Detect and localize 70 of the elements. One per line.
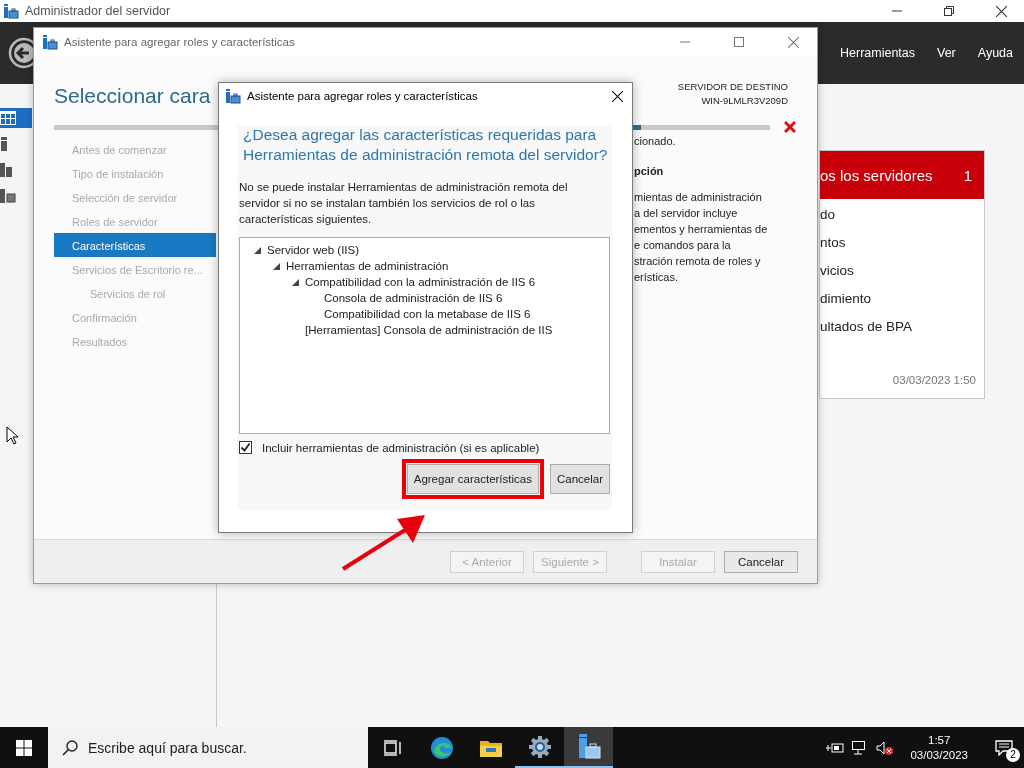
page-heading: Seleccionar cara bbox=[54, 83, 211, 109]
dialog-button[interactable]: Agregar características bbox=[406, 464, 539, 494]
tree-item[interactable]: Servidor web (IIS) bbox=[267, 244, 360, 256]
notification-button[interactable]: 2 bbox=[984, 727, 1024, 768]
dialog-title: Asistente para agregar roles y características bbox=[247, 90, 479, 102]
tile-link[interactable]: ultados de BPA bbox=[820, 313, 984, 341]
menu-item[interactable]: Ver bbox=[926, 46, 967, 60]
description-text: mientas de administración a del servidor incluye ementos y herramientas de e comandos para la stración remota de roles y erísticas. bbox=[634, 190, 768, 285]
tile-header[interactable]: os los servidores 1 bbox=[820, 151, 984, 199]
server-manager-icon bbox=[225, 88, 241, 104]
content-text: cionado. bbox=[634, 134, 677, 149]
windows-logo-icon bbox=[16, 739, 32, 756]
window-title: Asistente para agregar roles y características bbox=[64, 36, 296, 48]
expanded-triangle-icon[interactable] bbox=[254, 246, 261, 254]
search-field[interactable]: Escribe aquí para buscar. bbox=[88, 739, 348, 756]
close-icon bbox=[611, 90, 623, 102]
servers-icon bbox=[0, 163, 14, 177]
tile-link[interactable]: ntos bbox=[820, 229, 984, 257]
close-icon bbox=[995, 5, 1007, 17]
timestamp: 03/03/2023 1:50 bbox=[892, 374, 977, 386]
expanded-triangle-icon[interactable] bbox=[273, 262, 280, 270]
taskbar-button[interactable] bbox=[564, 727, 613, 768]
wizard-button[interactable]: Cancelar bbox=[724, 550, 798, 573]
restore-icon bbox=[944, 6, 954, 16]
menu-item[interactable]: Ayuda bbox=[966, 46, 1024, 60]
tile-link[interactable]: do bbox=[820, 201, 984, 229]
server-icon bbox=[0, 137, 8, 151]
notification-count: 2 bbox=[1006, 748, 1020, 762]
mouse-cursor-icon bbox=[6, 426, 19, 445]
date-text: 03/03/2023 bbox=[910, 747, 968, 763]
dialog-message: No se puede instalar Herramientas de administración remota del servidor si no se instalan también los servicios de rol o las características siguientes. bbox=[239, 180, 569, 227]
dialog-heading: ¿Desea agregar las características requeridas para Herramientas de administración remota del servidor? bbox=[243, 125, 609, 165]
storage-icon bbox=[0, 189, 16, 203]
destination-server: WIN-9LMLR3V209D bbox=[700, 94, 788, 108]
tile-link[interactable]: dimiento bbox=[820, 285, 984, 313]
window-title: Administrador del servidor bbox=[25, 4, 172, 18]
time-text: 1:57 bbox=[927, 732, 952, 748]
checkbox-label: Incluir herramientas de administración (si es aplicable) bbox=[262, 441, 540, 454]
power-icon[interactable] bbox=[826, 741, 845, 754]
gear-icon bbox=[527, 734, 552, 759]
nav-button[interactable] bbox=[0, 108, 32, 128]
description-heading: pción bbox=[634, 164, 665, 179]
tree-item[interactable]: Compatibilidad con la metabase de IIS 6 bbox=[324, 308, 531, 320]
close-icon bbox=[787, 36, 799, 48]
wizard-step[interactable]: Características bbox=[54, 233, 216, 257]
expanded-triangle-icon[interactable] bbox=[292, 278, 299, 286]
checkbox[interactable] bbox=[239, 441, 252, 454]
browser-icon bbox=[429, 735, 454, 760]
tree-item[interactable]: Consola de administración de IIS 6 bbox=[324, 292, 503, 304]
server-manager-icon bbox=[42, 34, 58, 50]
tree-item[interactable]: Herramientas de administración bbox=[286, 260, 449, 272]
check-icon bbox=[240, 442, 251, 453]
clock[interactable]: 1:57 03/03/2023 bbox=[902, 732, 976, 763]
error-icon bbox=[784, 121, 796, 133]
tree-item[interactable]: Compatibilidad con la administración de IIS 6 bbox=[305, 276, 536, 288]
menu-item[interactable]: Herramientas bbox=[829, 46, 926, 60]
tile-count: 1 bbox=[963, 166, 972, 184]
maximize-icon bbox=[734, 37, 744, 47]
tile-title: os los servidores bbox=[820, 166, 933, 184]
destination-label: SERVIDOR DE DESTINO bbox=[677, 80, 788, 94]
tree-item[interactable]: [Herramientas] Consola de administración de IIS bbox=[305, 324, 553, 336]
muted-speaker-icon[interactable] bbox=[876, 740, 895, 755]
server-manager-icon bbox=[3, 3, 19, 19]
task-view-icon bbox=[383, 739, 402, 756]
dialog-button[interactable]: Cancelar bbox=[549, 464, 610, 494]
search-bar[interactable]: Escribe aquí para buscar. bbox=[48, 727, 368, 768]
search-icon bbox=[62, 739, 78, 756]
server-manager-icon bbox=[576, 733, 601, 760]
dashboard-icon bbox=[0, 111, 16, 125]
tile-link[interactable]: vicios bbox=[820, 257, 984, 285]
